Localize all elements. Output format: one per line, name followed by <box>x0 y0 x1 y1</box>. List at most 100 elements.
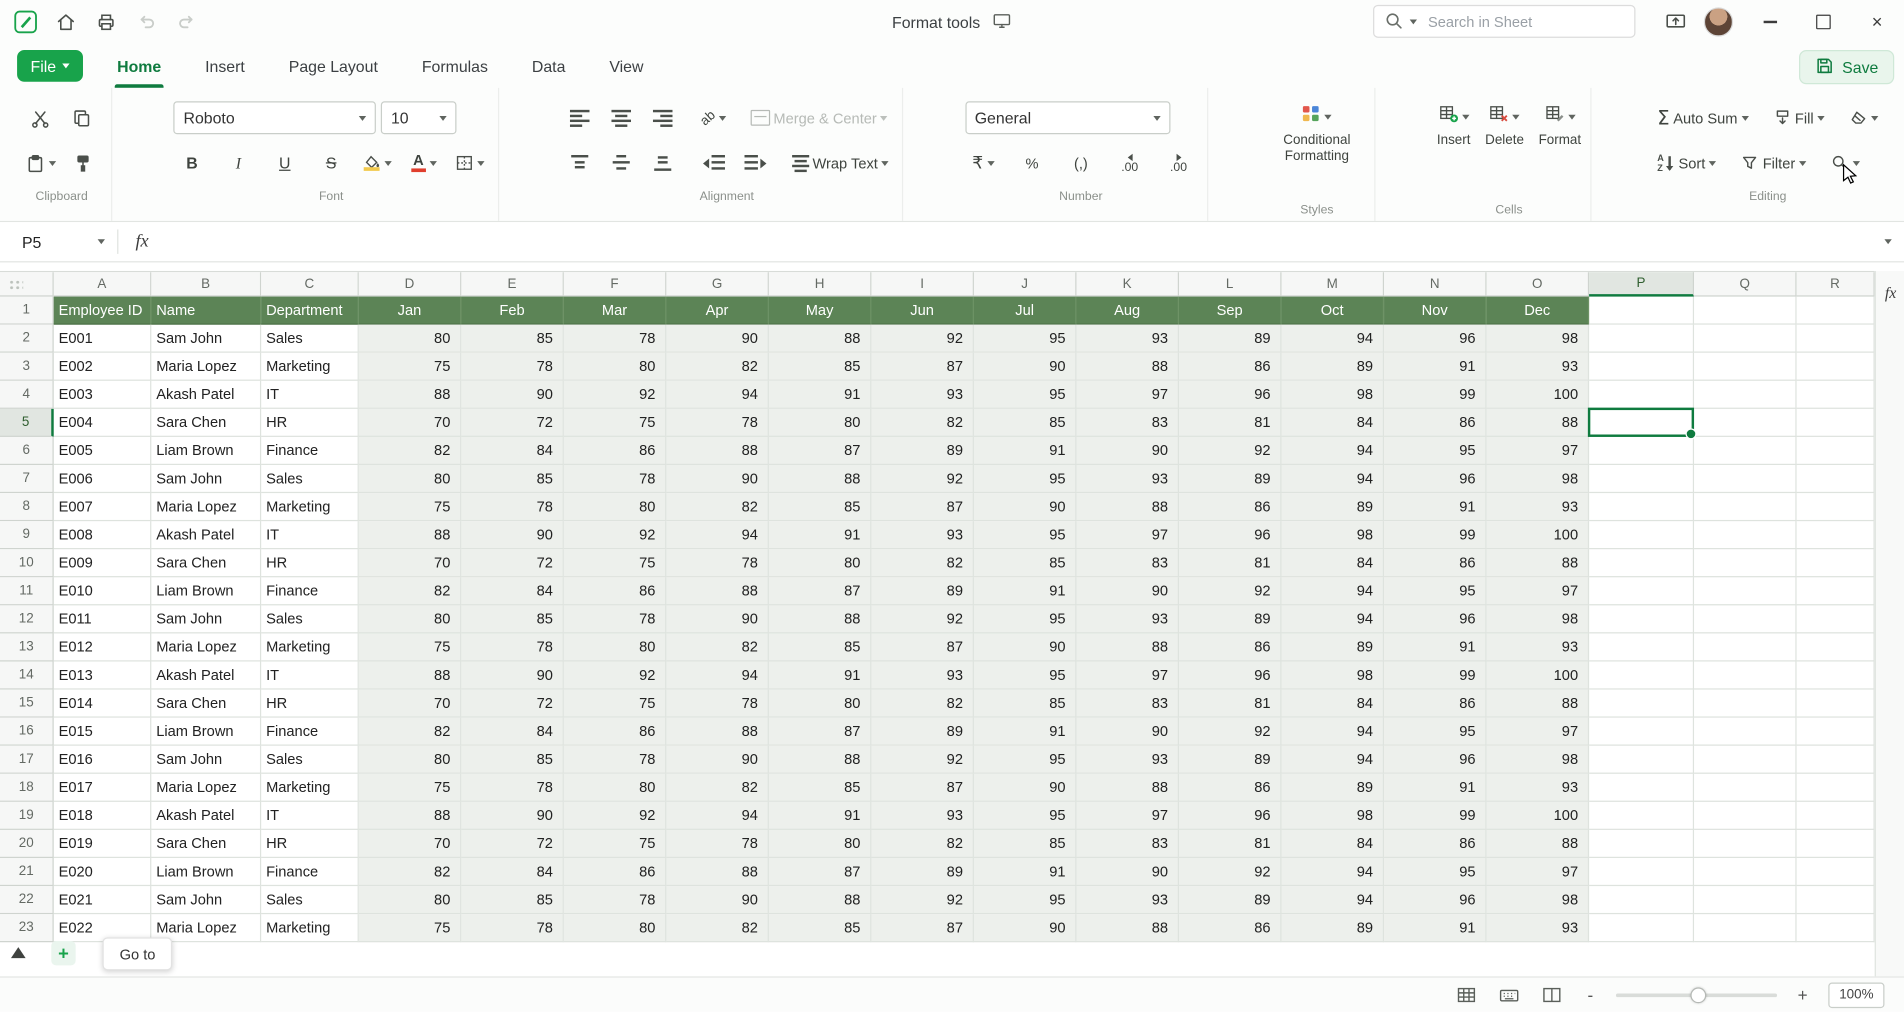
cell[interactable]: 94 <box>1281 577 1385 606</box>
cell[interactable] <box>1694 549 1797 578</box>
cell[interactable]: 78 <box>666 829 769 859</box>
cell[interactable]: 87 <box>871 773 974 802</box>
cell[interactable]: 93 <box>1486 493 1590 522</box>
format-painter-icon[interactable] <box>65 147 102 179</box>
cell[interactable]: 78 <box>461 633 564 662</box>
cell[interactable] <box>1694 465 1797 494</box>
cell[interactable]: 90 <box>666 324 769 353</box>
go-to-button[interactable]: Go to <box>102 937 173 971</box>
cell[interactable] <box>1589 380 1695 409</box>
header-cell[interactable]: Department <box>261 296 359 325</box>
cell[interactable] <box>1694 773 1797 802</box>
cell[interactable]: 75 <box>358 773 462 802</box>
cell[interactable]: 86 <box>1384 549 1487 578</box>
cell[interactable]: 89 <box>1281 493 1385 522</box>
row-header[interactable]: 8 <box>0 493 54 522</box>
cell[interactable]: 92 <box>871 886 974 915</box>
cell[interactable] <box>1589 521 1695 550</box>
cell[interactable]: Sam John <box>151 886 262 915</box>
column-header[interactable]: K <box>1076 272 1180 297</box>
cell[interactable]: 90 <box>1076 717 1180 746</box>
cell[interactable]: Sales <box>261 886 359 915</box>
cell[interactable]: 98 <box>1281 661 1385 690</box>
cell[interactable]: 93 <box>1486 352 1590 381</box>
cell[interactable]: E002 <box>53 352 152 381</box>
cell[interactable]: 88 <box>1076 493 1180 522</box>
cell[interactable]: 95 <box>973 801 1077 830</box>
cell[interactable]: 93 <box>871 521 974 550</box>
cell[interactable]: 88 <box>1486 408 1590 437</box>
cell[interactable]: 78 <box>563 745 667 774</box>
cell[interactable]: 91 <box>768 380 872 409</box>
header-cell[interactable]: Sep <box>1179 296 1282 325</box>
cell[interactable]: 84 <box>1281 689 1385 718</box>
copy-icon[interactable] <box>63 102 100 134</box>
cell[interactable]: 82 <box>666 633 769 662</box>
align-center-icon[interactable] <box>603 102 640 134</box>
row-header[interactable]: 13 <box>0 633 54 662</box>
column-header[interactable]: B <box>151 272 262 297</box>
cell[interactable]: Akash Patel <box>151 380 262 409</box>
cell[interactable]: 80 <box>358 886 462 915</box>
sheet-tabs-expander-icon[interactable] <box>10 947 26 959</box>
cell[interactable]: 78 <box>666 689 769 718</box>
cell[interactable]: IT <box>261 380 359 409</box>
cell[interactable]: Sara Chen <box>151 408 262 437</box>
cell[interactable]: 92 <box>563 801 667 830</box>
cell[interactable]: 91 <box>973 436 1077 466</box>
currency-format-button[interactable]: ₹ <box>965 147 1002 179</box>
cell[interactable]: Finance <box>261 858 359 887</box>
cell[interactable]: 75 <box>563 408 667 437</box>
cell[interactable] <box>1589 436 1695 466</box>
cell[interactable]: 85 <box>973 689 1077 718</box>
row-header[interactable]: 4 <box>0 380 54 409</box>
bold-button[interactable]: B <box>174 147 211 179</box>
cell[interactable]: 88 <box>768 745 872 774</box>
cell[interactable]: 88 <box>666 717 769 746</box>
cell[interactable] <box>1694 521 1797 550</box>
cell[interactable]: 78 <box>666 549 769 578</box>
cell[interactable]: 98 <box>1281 380 1385 409</box>
cell[interactable] <box>1796 745 1875 774</box>
header-cell[interactable]: Jun <box>871 296 974 325</box>
cell[interactable]: HR <box>261 829 359 859</box>
row-header[interactable]: 15 <box>0 689 54 718</box>
cell[interactable]: 91 <box>1384 493 1487 522</box>
cell[interactable]: 86 <box>1179 493 1282 522</box>
search-options-chevron[interactable] <box>1409 19 1418 25</box>
cell[interactable]: 92 <box>871 745 974 774</box>
zoom-out-button[interactable]: - <box>1581 985 1601 1005</box>
cell[interactable]: Sara Chen <box>151 549 262 578</box>
cell[interactable]: 82 <box>871 408 974 437</box>
comma-format-button[interactable]: (,) <box>1063 147 1100 179</box>
cell[interactable]: 91 <box>973 717 1077 746</box>
cell[interactable]: Finance <box>261 436 359 466</box>
cell[interactable] <box>1589 886 1695 915</box>
cell[interactable]: 98 <box>1281 801 1385 830</box>
cell[interactable] <box>1796 661 1875 690</box>
cell[interactable] <box>1694 408 1797 437</box>
cell[interactable]: 88 <box>1076 633 1180 662</box>
cell[interactable]: 99 <box>1384 661 1487 690</box>
cell[interactable]: 95 <box>973 465 1077 494</box>
cell[interactable]: 88 <box>1076 773 1180 802</box>
cell[interactable]: 84 <box>461 858 564 887</box>
print-icon[interactable] <box>90 6 122 38</box>
cell[interactable] <box>1796 296 1875 325</box>
row-header[interactable]: 16 <box>0 717 54 746</box>
merge-center-button[interactable]: Merge & Center <box>747 102 892 134</box>
cell[interactable]: 89 <box>1179 324 1282 353</box>
cell[interactable]: 94 <box>666 801 769 830</box>
cell[interactable]: Liam Brown <box>151 436 262 466</box>
tab-home[interactable]: Home <box>114 44 164 88</box>
cell[interactable]: 93 <box>1486 633 1590 662</box>
zoom-level[interactable]: 100% <box>1828 981 1885 1008</box>
cell[interactable]: 91 <box>973 858 1077 887</box>
column-header[interactable]: G <box>666 272 769 297</box>
column-header[interactable]: H <box>768 272 872 297</box>
cell[interactable]: 78 <box>563 465 667 494</box>
cell[interactable]: E010 <box>53 577 152 606</box>
cell[interactable]: 88 <box>1076 352 1180 381</box>
spreadsheet-grid[interactable]: A B C D E F G H I J K L M N O P Q R 1 Employee ID Name Depart… <box>0 270 1875 978</box>
cell[interactable]: 95 <box>973 661 1077 690</box>
